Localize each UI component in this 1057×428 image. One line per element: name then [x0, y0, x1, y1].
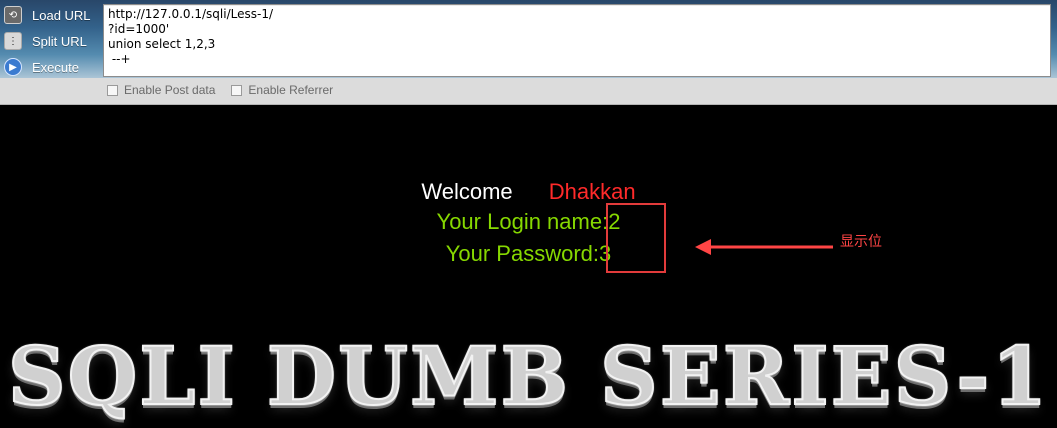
password-line: Your Password:3	[445, 241, 612, 266]
welcome-line: Welcome Dhakkan	[0, 177, 1057, 207]
display-position-highlight-box	[606, 203, 666, 273]
hackbar-options: Enable Post data Enable Referrer	[107, 83, 333, 97]
url-line-2: ?id=1000'	[108, 22, 170, 36]
hackbar-actions: ⟲ Load URL ⋮ Split URL ▶ Execute	[0, 0, 103, 78]
enable-referrer-checkbox[interactable]	[231, 84, 243, 96]
load-url-button[interactable]: ⟲ Load URL	[0, 2, 103, 28]
enable-referrer-label: Enable Referrer	[248, 83, 334, 97]
username-text: Dhakkan	[548, 179, 636, 204]
enable-post-data-option[interactable]: Enable Post data	[107, 83, 215, 97]
execute-button[interactable]: ▶ Execute	[0, 54, 103, 80]
login-name-line: Your Login name:2	[436, 209, 621, 234]
enable-post-data-label: Enable Post data	[124, 83, 216, 97]
split-url-label: Split URL	[32, 33, 87, 49]
url-line-4: --+	[108, 52, 131, 66]
enable-referrer-option[interactable]: Enable Referrer	[231, 83, 333, 97]
url-line-1: http://127.0.0.1/sqli/Less-1/	[108, 7, 274, 21]
series-banner: SQLI DUMB SERIES-1	[0, 328, 1057, 424]
series-banner-text: SQLI DUMB SERIES-1	[7, 328, 1050, 424]
execute-label: Execute	[32, 59, 79, 75]
url-textarea-content: http://127.0.0.1/sqli/Less-1/ ?id=1000' …	[104, 5, 1050, 69]
enable-post-data-checkbox[interactable]	[107, 84, 118, 96]
page-content: Welcome Dhakkan Your Login name:2 Your P…	[0, 105, 1057, 428]
load-url-icon: ⟲	[4, 6, 22, 24]
load-url-label: Load URL	[32, 7, 91, 23]
url-textarea[interactable]: http://127.0.0.1/sqli/Less-1/ ?id=1000' …	[103, 4, 1051, 77]
url-line-3: union select 1,2,3	[108, 37, 216, 51]
execute-icon: ▶	[4, 58, 22, 76]
split-url-button[interactable]: ⋮ Split URL	[0, 28, 103, 54]
annotation-text: 显示位	[840, 234, 882, 250]
split-url-icon: ⋮	[4, 32, 22, 50]
welcome-text: Welcome	[421, 179, 513, 204]
annotation-arrow	[695, 239, 833, 255]
hackbar-toolbar: ⟲ Load URL ⋮ Split URL ▶ Execute http://…	[0, 0, 1057, 105]
